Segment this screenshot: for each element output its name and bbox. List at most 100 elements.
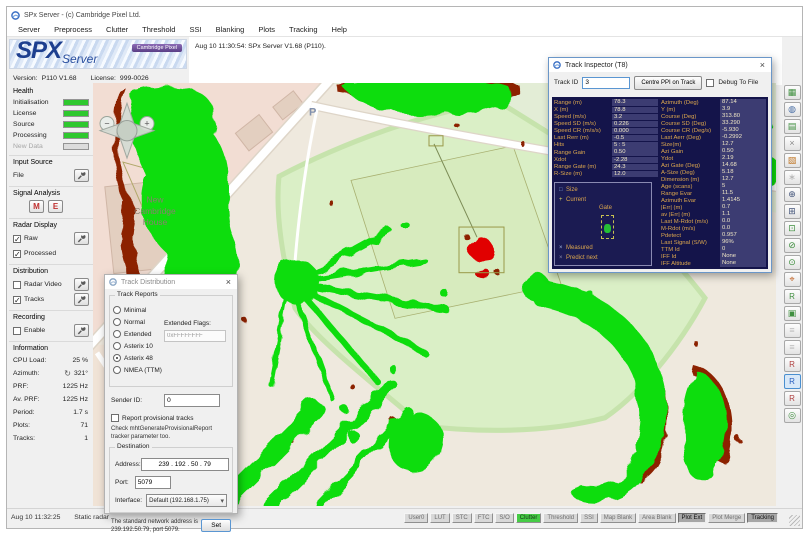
toolbar-icon-button[interactable]: R xyxy=(784,391,801,406)
set-button[interactable]: Set xyxy=(201,519,231,532)
checkbox[interactable] xyxy=(13,327,21,335)
radar-display-section: Radar Display Raw Processe xyxy=(9,219,93,265)
checkbox[interactable] xyxy=(13,281,21,289)
report-format-radio[interactable]: Asterix 48 xyxy=(113,352,229,364)
menu-item[interactable]: Server xyxy=(11,25,47,34)
checkbox[interactable] xyxy=(13,235,21,243)
track-inspector-titlebar[interactable]: Track Inspector (T8) × xyxy=(549,58,771,72)
process-chip[interactable]: LUT xyxy=(430,513,449,523)
toolbar-icon-button[interactable]: ◍ xyxy=(784,102,801,117)
process-chip[interactable]: Map Blank xyxy=(600,513,636,523)
provisional-checkbox[interactable] xyxy=(111,414,119,422)
report-format-radio[interactable]: Minimal xyxy=(113,304,229,316)
checkbox[interactable] xyxy=(13,296,21,304)
process-chip[interactable]: FTC xyxy=(474,513,494,523)
toolbar-icon-button[interactable]: ⊘ xyxy=(784,238,801,253)
toolbar-icon-button[interactable]: ∗ xyxy=(784,170,801,185)
process-chip[interactable]: Threshold xyxy=(543,513,578,523)
toolbar-icon-button[interactable]: ▣ xyxy=(784,306,801,321)
info-label: Plots: xyxy=(13,422,30,429)
close-icon[interactable]: × xyxy=(758,61,767,70)
information-title: Information xyxy=(13,345,91,352)
pan-center-button[interactable] xyxy=(117,121,137,141)
debug-checkbox[interactable] xyxy=(706,79,714,87)
config-button[interactable] xyxy=(74,293,89,306)
sender-id-input[interactable] xyxy=(164,394,220,407)
address-label: Address: xyxy=(115,461,141,468)
process-chip[interactable]: Plot Ext xyxy=(678,513,707,523)
toolbar-icon-button[interactable]: ⊞ xyxy=(784,204,801,219)
app-icon xyxy=(11,11,20,20)
input-source-config-button[interactable] xyxy=(74,169,89,182)
toolbar-icon-button[interactable]: ▧ xyxy=(784,153,801,168)
toolbar-icon-button[interactable]: × xyxy=(784,136,801,151)
signal-analysis-button[interactable]: E xyxy=(48,200,63,213)
toolbar-icon-button[interactable]: ⊙ xyxy=(784,255,801,270)
menu-item[interactable]: Plots xyxy=(251,25,282,34)
toggle-row: Tracks xyxy=(13,292,91,307)
menu-item[interactable]: Preprocess xyxy=(47,25,99,34)
process-chip[interactable]: SSI xyxy=(580,513,598,523)
menu-item[interactable]: Help xyxy=(325,25,354,34)
track-data-label: Y (m) xyxy=(661,107,720,113)
spx-dialog-icon xyxy=(109,278,117,286)
wrench-icon xyxy=(77,295,86,304)
port-input[interactable] xyxy=(135,476,171,489)
toolbar-icon-button[interactable]: ▤ xyxy=(784,119,801,134)
config-button[interactable] xyxy=(74,324,89,337)
toolbar-icon-button[interactable]: R xyxy=(784,357,801,372)
title-bar[interactable]: SPx Server - (c) Cambridge Pixel Ltd. xyxy=(7,7,802,23)
track-data-row: Range Gate (m) 24.3 xyxy=(554,163,658,170)
resize-grip[interactable] xyxy=(789,515,800,526)
toolbar-icon-glyph: ∗ xyxy=(788,173,796,182)
address-input[interactable] xyxy=(141,458,229,471)
toolbar-icon-button[interactable]: R xyxy=(784,289,801,304)
health-label: New Data xyxy=(13,143,63,150)
menu-item[interactable]: Blanking xyxy=(209,25,252,34)
menu-item[interactable]: SSI xyxy=(182,25,208,34)
signal-analysis-button[interactable]: M xyxy=(29,200,44,213)
config-button[interactable] xyxy=(74,232,89,245)
toolbar-icon-button[interactable]: ⌖ xyxy=(784,272,801,287)
radio-dot xyxy=(113,354,121,362)
wrench-icon xyxy=(77,171,86,180)
process-chip[interactable]: STC xyxy=(452,513,472,523)
toolbar-icon-button[interactable]: ⊡ xyxy=(784,221,801,236)
process-chip[interactable]: S/O xyxy=(495,513,513,523)
toolbar-icon-button[interactable]: ◎ xyxy=(784,408,801,423)
toolbar-icon-button[interactable]: ≡ xyxy=(784,323,801,338)
track-data-value: 78.8 xyxy=(612,107,658,113)
process-chip[interactable]: User0 xyxy=(404,513,428,523)
menu-item[interactable]: Clutter xyxy=(99,25,135,34)
toggle-label: Tracks xyxy=(24,296,44,303)
track-data-value: 12.7 xyxy=(720,141,766,147)
toolbar-icon-button[interactable]: ≡ xyxy=(784,340,801,355)
status-mode: Static radar xyxy=(74,514,109,521)
checkbox[interactable] xyxy=(13,250,21,258)
toolbar-icon-glyph: R xyxy=(789,360,795,369)
toolbar-icon-glyph: ≡ xyxy=(789,326,794,335)
track-data-label: R-Size (m) xyxy=(554,171,612,177)
centre-ppi-button[interactable]: Centre PPI on Track xyxy=(634,76,702,90)
process-chip[interactable]: Clutter xyxy=(516,513,542,523)
track-data-row: Pdetect 0.957 xyxy=(661,232,766,239)
process-chip[interactable]: Area Blank xyxy=(638,513,675,523)
close-icon[interactable]: × xyxy=(224,278,233,287)
track-id-input[interactable] xyxy=(582,77,630,89)
extended-flags-input[interactable] xyxy=(164,330,226,342)
menu-item[interactable]: Tracking xyxy=(282,25,324,34)
track-data-label: Azi Gain xyxy=(661,149,720,155)
menu-item[interactable]: Threshold xyxy=(135,25,182,34)
distribution-section: Distribution Radar Video T xyxy=(9,265,93,311)
config-button[interactable] xyxy=(74,278,89,291)
toolbar-icon-button[interactable]: ▦ xyxy=(784,85,801,100)
toolbar-icon-button[interactable]: R xyxy=(784,374,801,389)
interface-dropdown[interactable]: Default (192.168.1.75) ▾ xyxy=(146,494,227,507)
input-source-label: File xyxy=(13,172,24,179)
toolbar-icon-button[interactable]: ⊕ xyxy=(784,187,801,202)
process-chip[interactable]: Plot Merge xyxy=(708,513,745,523)
process-chip[interactable]: Tracking xyxy=(747,513,778,523)
track-data-row: Course CR (Deg/s) -5.930 xyxy=(661,127,766,134)
track-distribution-titlebar[interactable]: Track Distribution × xyxy=(105,275,237,289)
report-format-radio[interactable]: NMEA (TTM) xyxy=(113,364,229,376)
